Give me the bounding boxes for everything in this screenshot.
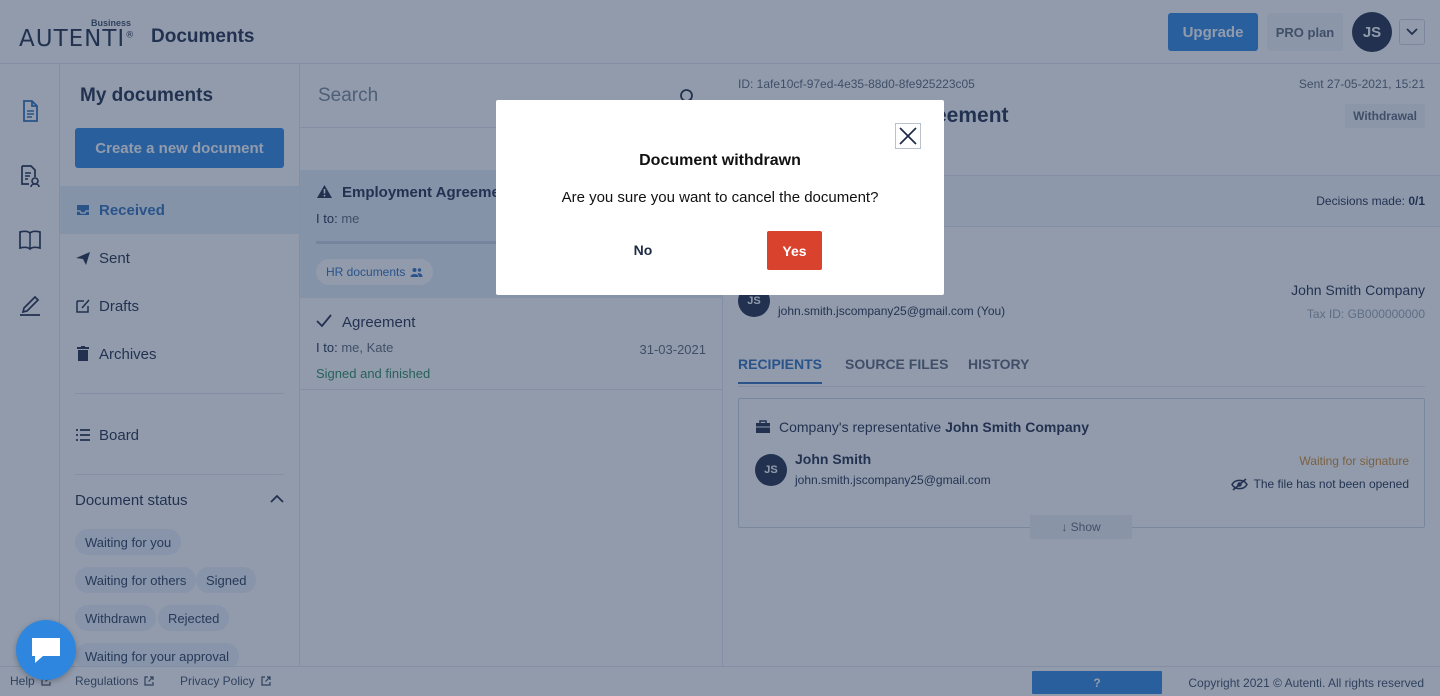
chat-widget-button[interactable]	[16, 620, 76, 680]
chat-bubble-icon	[32, 638, 60, 663]
close-icon	[899, 127, 917, 145]
dialog-message: Are you sure you want to cancel the docu…	[561, 189, 879, 206]
close-button[interactable]	[895, 123, 921, 149]
dialog-title: Document withdrawn	[639, 152, 801, 169]
yes-button[interactable]: Yes	[767, 231, 822, 270]
confirm-dialog: Document withdrawn Are you sure you want…	[496, 100, 944, 295]
no-button[interactable]: No	[608, 231, 678, 269]
